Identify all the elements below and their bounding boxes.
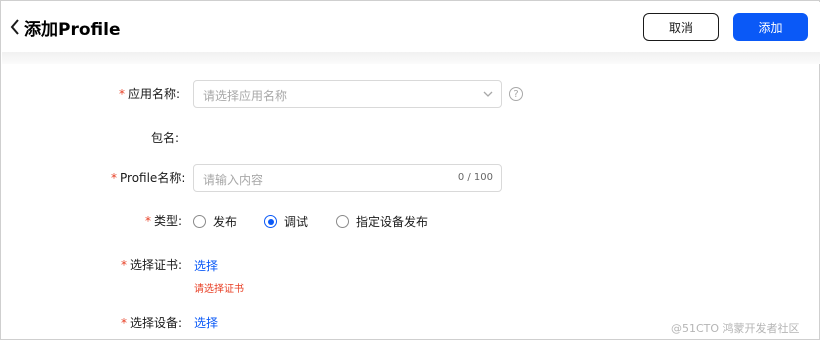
radio-debug-label: 调试 [284,215,309,229]
radio-device-release[interactable]: 指定设备发布 [336,213,428,230]
help-icon[interactable]: ? [509,87,523,101]
device-label: * 选择设备: [121,314,182,331]
add-button[interactable]: 添加 [733,13,808,41]
required-marker: * [121,316,127,330]
radio-debug-circle[interactable] [264,215,277,228]
page-title: 添加Profile [24,20,121,40]
header-bar: 添加Profile 取消 添加 [2,2,820,52]
radio-debug[interactable]: 调试 [264,213,308,230]
app-name-label-text: 应用名称: [128,87,181,101]
header-divider [2,52,820,64]
app-name-select[interactable]: 请选择应用名称 [193,80,502,108]
certificate-label-text: 选择证书: [130,258,183,272]
character-counter: 0 / 100 [457,172,493,183]
watermark: @51CTO 鸿蒙开发者社区 [671,322,800,335]
page-frame: 添加Profile 取消 添加 * 应用名称: 请选择应用名称 ? 包名: * Pr… [0,0,820,340]
radio-release-label: 发布 [213,215,238,229]
profile-name-input[interactable]: 请输入内容 0 / 100 [193,164,502,192]
required-marker: * [121,258,127,272]
back-arrow-icon[interactable] [9,18,21,36]
device-label-text: 选择设备: [130,316,183,330]
package-name-label: 包名: [151,131,180,145]
chevron-down-icon [483,91,493,97]
app-name-label: * 应用名称: [119,85,180,102]
cancel-button[interactable]: 取消 [643,13,719,41]
required-marker: * [119,87,125,101]
radio-device-release-label: 指定设备发布 [356,215,429,229]
radio-device-release-circle[interactable] [336,215,349,228]
profile-name-label: * Profile名称: [111,169,185,186]
required-marker: * [145,214,151,228]
profile-name-placeholder: 请输入内容 [203,173,264,187]
radio-release-circle[interactable] [193,215,206,228]
profile-name-label-text: Profile名称: [120,171,186,185]
select-device-link[interactable]: 选择 [194,314,218,331]
select-certificate-link[interactable]: 选择 [194,257,218,274]
required-marker: * [111,171,117,185]
app-name-placeholder: 请选择应用名称 [203,89,288,103]
type-label: * 类型: [145,212,182,229]
type-label-text: 类型: [154,214,183,228]
radio-release[interactable]: 发布 [193,213,237,230]
certificate-label: * 选择证书: [121,256,182,273]
certificate-error-text: 请选择证书 [194,284,244,295]
